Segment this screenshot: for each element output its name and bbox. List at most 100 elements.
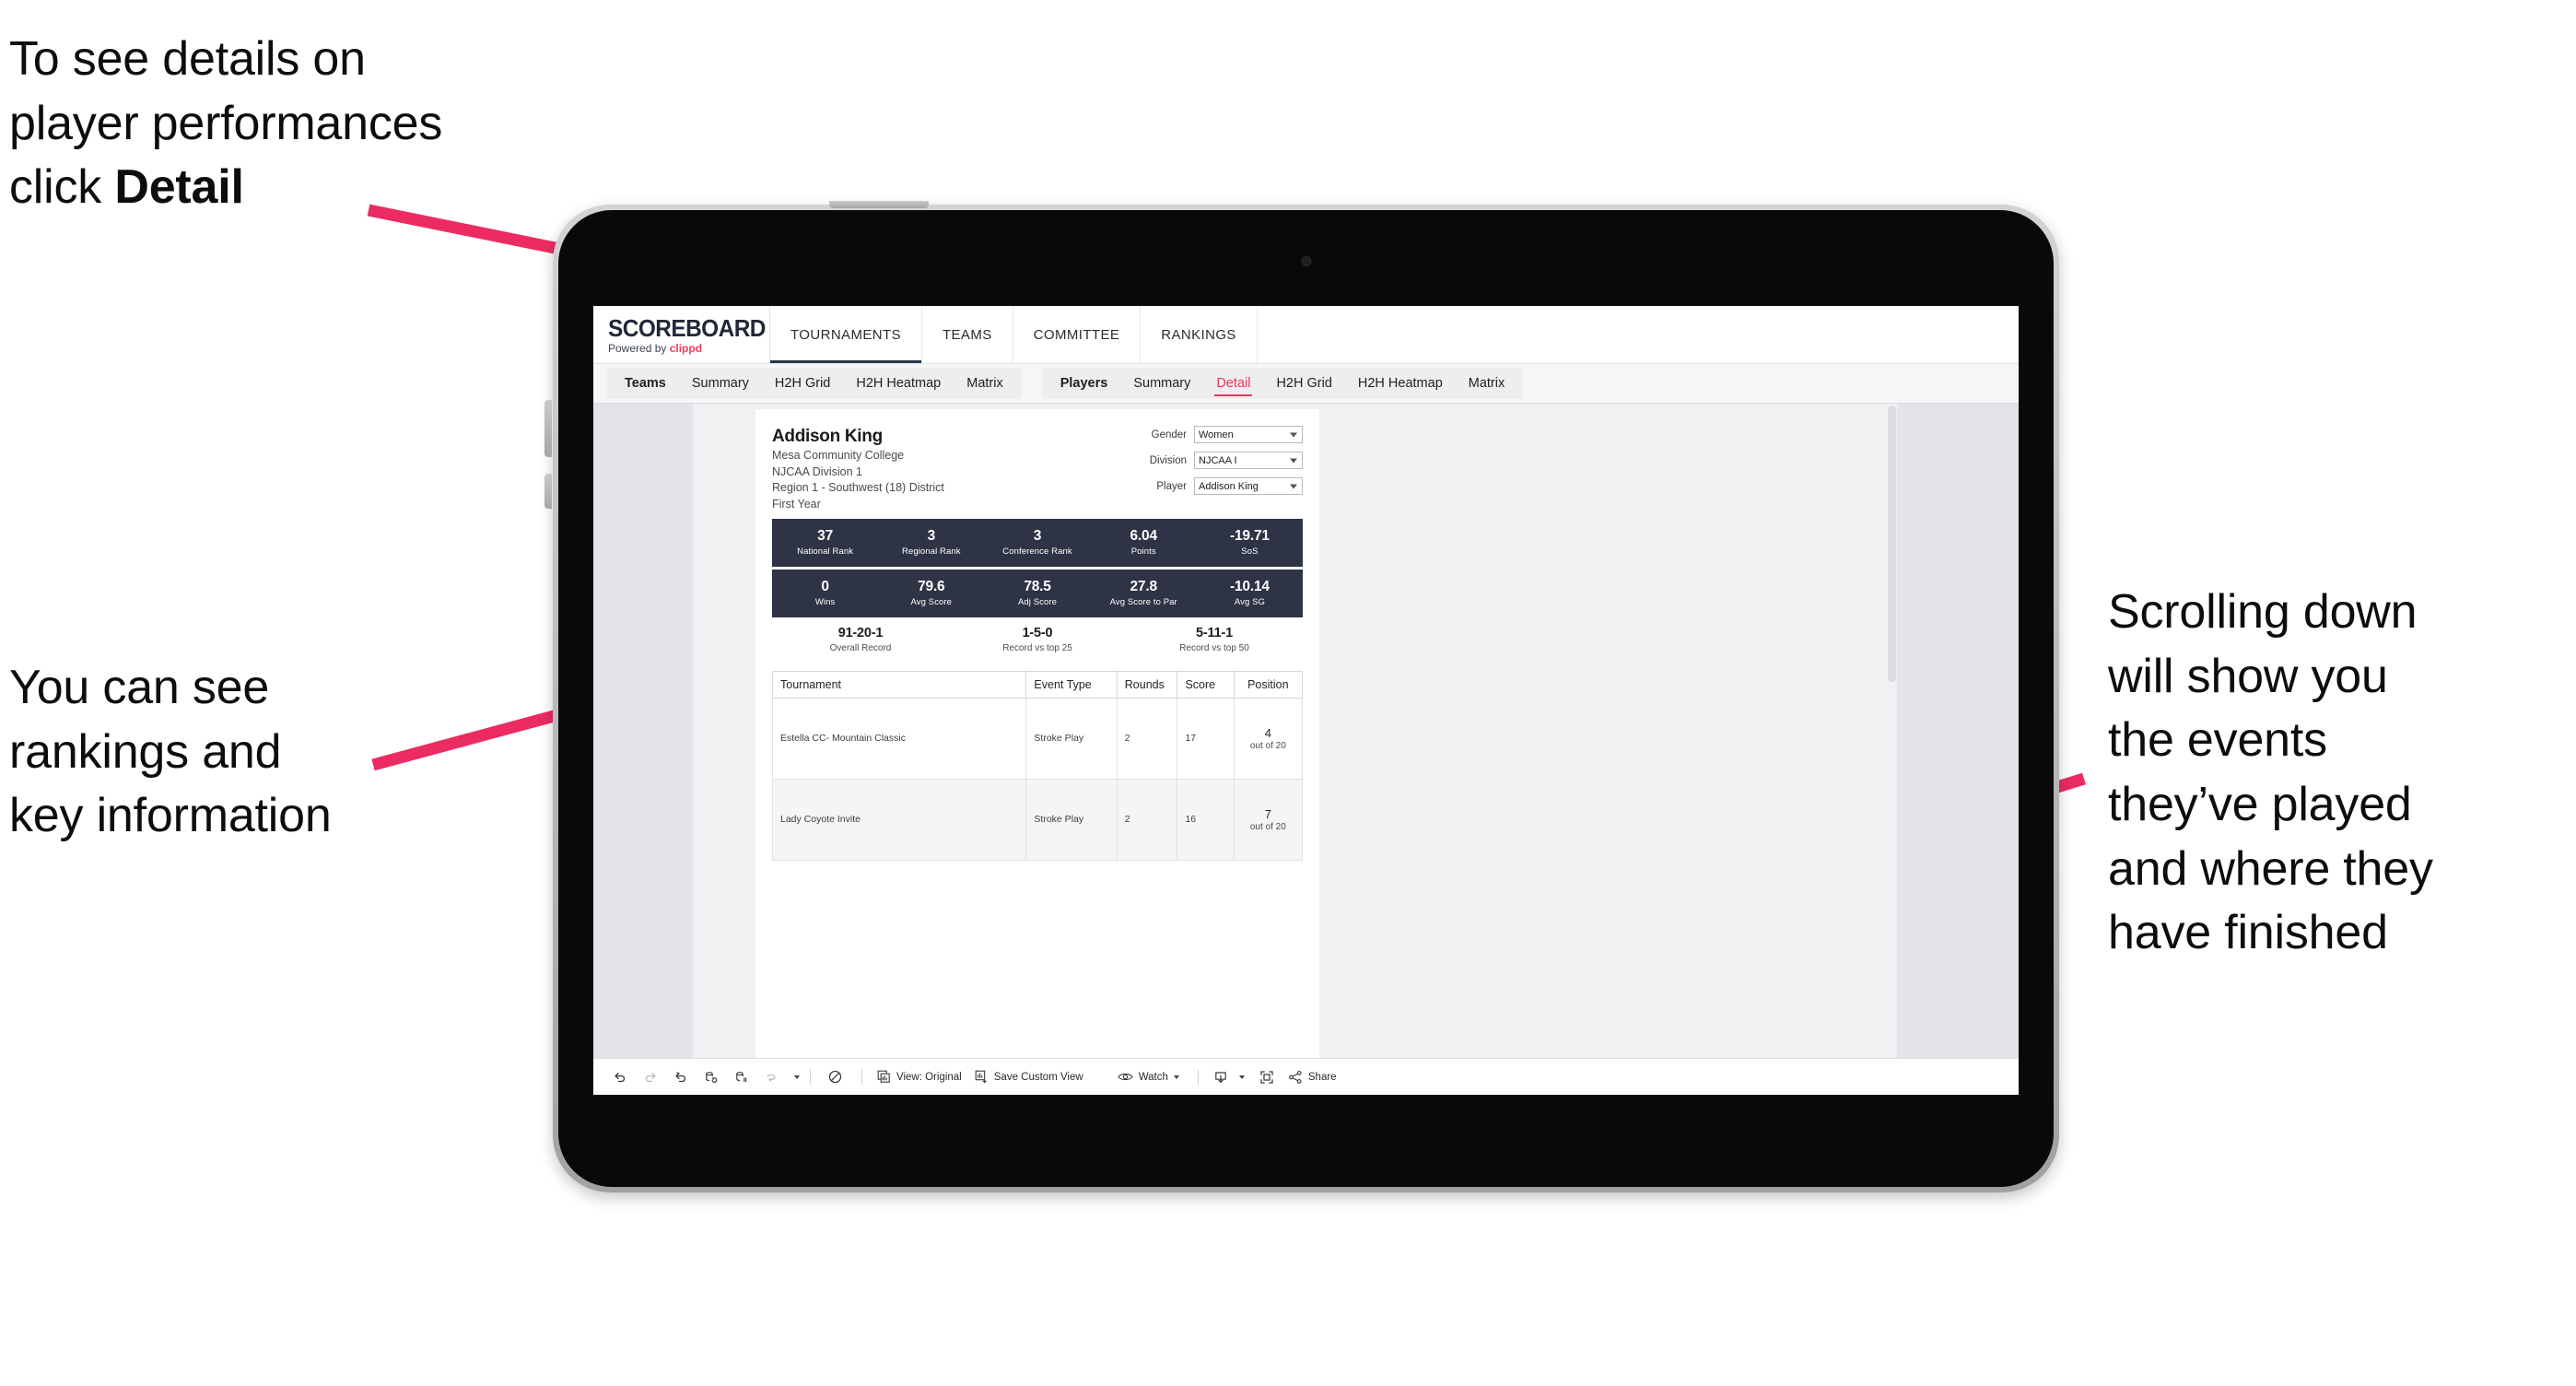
division-select-value: NJCAA I	[1199, 454, 1237, 466]
gender-select[interactable]: Women	[1194, 426, 1303, 443]
stat-avg-sg-label: Avg SG	[1234, 597, 1265, 608]
refresh-dropdown-caret-icon[interactable]	[794, 1075, 800, 1079]
tab-players-summary-label: Summary	[1133, 376, 1191, 391]
tab-teams-h2h-heatmap[interactable]: H2H Heatmap	[843, 368, 954, 399]
annotation-scroll-events: Scrolling down will show you the events …	[2108, 585, 2433, 960]
topnav-teams[interactable]: TEAMS	[922, 306, 1013, 363]
watch-button[interactable]: Watch	[1113, 1071, 1184, 1083]
share-button[interactable]: Share	[1283, 1070, 1341, 1085]
record-top50: 5-11-1 Record vs top 50	[1126, 626, 1303, 653]
viz-vertical-scrollbar[interactable]	[1887, 404, 1897, 1058]
tab-players-detail-label: Detail	[1216, 376, 1251, 391]
tablet-screen: SCOREBOARD Powered by clippd TOURNAMENTS…	[593, 306, 2019, 1095]
header-rounds[interactable]: Rounds	[1116, 670, 1178, 699]
header-event-type[interactable]: Event Type	[1025, 670, 1118, 699]
player-college: Mesa Community College	[772, 448, 905, 462]
records-row: 91-20-1 Overall Record 1-5-0 Record vs t…	[772, 617, 1303, 662]
stat-adj-score-label: Adj Score	[1017, 597, 1058, 608]
download-dropdown-caret-icon[interactable]	[1238, 1075, 1245, 1079]
save-custom-view-button[interactable]: Save Custom View	[970, 1070, 1088, 1084]
tab-teams-summary[interactable]: Summary	[679, 368, 762, 399]
player-filter-label: Player	[1156, 480, 1187, 492]
refresh-data-icon[interactable]	[697, 1065, 725, 1089]
player-select-value: Addison King	[1199, 480, 1259, 492]
download-icon	[1213, 1070, 1228, 1085]
logo-powered-by: Powered by clippd	[608, 343, 769, 354]
stat-national-rank: 37 National Rank	[772, 528, 878, 557]
stat-adj-score-value: 78.5	[1024, 579, 1051, 595]
topnav-committee[interactable]: COMMITTEE	[1013, 306, 1142, 363]
topnav-committee-label: COMMITTEE	[1033, 326, 1120, 343]
teams-tab-group: Teams Summary H2H Grid H2H Heatmap Matri	[606, 368, 1022, 399]
tab-players[interactable]: Players	[1048, 368, 1121, 399]
chevron-down-icon	[1290, 484, 1297, 488]
cell-position: 4 out of 20	[1233, 697, 1304, 780]
gender-filter-row: Gender Women	[1131, 426, 1303, 443]
tablet-volume-up-button	[544, 400, 552, 457]
tab-players-summary[interactable]: Summary	[1120, 368, 1203, 399]
header-tournament[interactable]: Tournament	[771, 670, 1027, 699]
cell-event-type: Stroke Play	[1025, 697, 1118, 780]
dashboard-workspace: Addison King Mesa Community College NJCA…	[593, 404, 2019, 1058]
player-division: NJCAA Division 1	[772, 464, 862, 478]
stat-conference-rank: 3 Conference Rank	[984, 528, 1090, 557]
watch-dropdown-caret-icon[interactable]	[1173, 1075, 1179, 1079]
topnav-tournaments[interactable]: TOURNAMENTS	[770, 306, 922, 363]
stats-bar-scoring: 0 Wins 79.6 Avg Score 78.5 Adj Score 27.…	[772, 569, 1303, 617]
division-select[interactable]: NJCAA I	[1194, 452, 1303, 469]
tab-players-matrix[interactable]: Matrix	[1456, 368, 1517, 399]
refresh-icon[interactable]	[758, 1065, 786, 1089]
viz-scrollbar-thumb[interactable]	[1888, 405, 1896, 682]
view-original-label: View: Original	[896, 1071, 962, 1083]
table-row[interactable]: Lady Coyote Invite Stroke Play 2 16 7 ou…	[771, 778, 1304, 861]
cell-score: 16	[1177, 778, 1235, 861]
tab-teams-matrix[interactable]: Matrix	[954, 368, 1015, 399]
redo-icon[interactable]	[637, 1065, 664, 1089]
stat-points-value: 6.04	[1130, 528, 1158, 545]
tab-players-detail[interactable]: Detail	[1203, 368, 1263, 399]
save-custom-view-icon	[975, 1070, 989, 1084]
tab-players-h2h-grid[interactable]: H2H Grid	[1263, 368, 1344, 399]
eye-icon	[1118, 1071, 1133, 1083]
stat-avg-score-to-par: 27.8 Avg Score to Par	[1091, 579, 1197, 607]
subnav-divider	[1022, 364, 1042, 403]
chevron-down-icon	[1290, 432, 1297, 437]
stat-adj-score: 78.5 Adj Score	[984, 579, 1090, 607]
tablet-bezel: SCOREBOARD Powered by clippd TOURNAMENTS…	[558, 210, 2054, 1187]
table-row[interactable]: Estella CC- Mountain Classic Stroke Play…	[771, 697, 1304, 780]
player-select[interactable]: Addison King	[1194, 477, 1303, 495]
header-score[interactable]: Score	[1177, 670, 1235, 699]
cell-tournament: Estella CC- Mountain Classic	[771, 697, 1027, 780]
tablet-device-frame: SCOREBOARD Powered by clippd TOURNAMENTS…	[544, 201, 2059, 1192]
revert-icon[interactable]	[667, 1065, 695, 1089]
record-overall-label: Overall Record	[829, 642, 892, 653]
view-original-button[interactable]: View: Original	[872, 1070, 966, 1084]
stat-avg-sg-value: -10.14	[1230, 579, 1270, 595]
share-label: Share	[1307, 1071, 1337, 1083]
header-position[interactable]: Position	[1233, 670, 1304, 699]
table-header: Tournament Event Type Rounds Score Posit…	[771, 670, 1304, 699]
players-tab-group: Players Summary Detail H2H Grid H2H Heat	[1041, 368, 1524, 399]
player-year: First Year	[772, 498, 821, 511]
tab-teams[interactable]: Teams	[612, 368, 679, 399]
chevron-down-icon	[1290, 458, 1297, 463]
scoreboard-logo[interactable]: SCOREBOARD Powered by clippd	[593, 306, 770, 363]
gender-select-value: Women	[1199, 429, 1234, 440]
annotation-click-detail: To see details on player performances cl…	[9, 28, 636, 220]
save-custom-view-label: Save Custom View	[993, 1071, 1083, 1083]
stat-regional-rank-label: Regional Rank	[901, 546, 961, 558]
stat-regional-rank-value: 3	[927, 528, 936, 545]
topnav-rankings[interactable]: RANKINGS	[1141, 306, 1258, 363]
tournament-results-table: Tournament Event Type Rounds Score Posit…	[771, 670, 1304, 861]
undo-icon[interactable]	[606, 1065, 634, 1089]
fullscreen-icon[interactable]	[1253, 1065, 1281, 1089]
record-top25-label: Record vs top 25	[1002, 642, 1072, 653]
tab-teams-h2h-grid[interactable]: H2H Grid	[762, 368, 843, 399]
download-button[interactable]	[1209, 1070, 1249, 1085]
tab-players-h2h-heatmap-label: H2H Heatmap	[1357, 376, 1443, 391]
tab-players-label: Players	[1060, 376, 1108, 391]
pause-icon[interactable]	[821, 1065, 849, 1089]
tab-players-h2h-heatmap[interactable]: H2H Heatmap	[1345, 368, 1456, 399]
pause-auto-update-icon[interactable]	[728, 1065, 755, 1089]
screenshot-root: To see details on player performances cl…	[0, 0, 2576, 1386]
